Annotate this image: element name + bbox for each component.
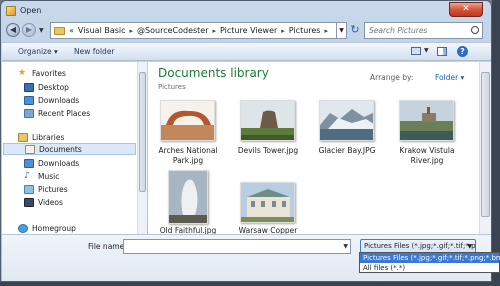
nav-item-desktop[interactable]: Desktop (24, 81, 69, 93)
command-bar: Organize ▾ New folder ▼ ? (2, 42, 491, 61)
file-name-label: File name: (88, 242, 127, 251)
nav-item-music[interactable]: ♪ Music (24, 170, 59, 182)
file-name-input[interactable]: ▼ (123, 239, 351, 254)
nav-item-downloads[interactable]: Downloads (24, 94, 79, 106)
desktop-background (492, 0, 500, 286)
recent-places-icon (24, 108, 34, 118)
help-icon[interactable]: ? (457, 46, 468, 57)
nav-item-label: Documents (39, 144, 82, 154)
nav-item-documents[interactable]: Documents (3, 143, 136, 155)
nav-item-label: Homegroup (32, 223, 76, 233)
documents-icon (25, 144, 35, 154)
nav-item-label: Favorites (32, 68, 66, 78)
arrange-by-dropdown[interactable]: Folder ▾ (435, 73, 464, 82)
scrollbar-thumb[interactable] (139, 72, 146, 192)
recent-pages-dropdown-icon[interactable]: ▼ (39, 27, 44, 34)
desktop-background-bottom (0, 282, 500, 286)
search-box[interactable] (364, 22, 483, 39)
new-folder-button[interactable]: New folder (74, 47, 115, 56)
nav-item-label: Videos (38, 197, 63, 207)
arches-photo-thumbnail (160, 100, 215, 141)
pictures-icon (24, 184, 34, 194)
homegroup-icon (18, 223, 28, 233)
nav-item-libraries[interactable]: Libraries (18, 131, 64, 143)
change-view-icon[interactable] (411, 47, 421, 55)
library-subtitle: Pictures (158, 83, 186, 91)
file-name: Warsaw Copper (238, 226, 298, 234)
search-icon[interactable] (471, 26, 479, 34)
title-bar[interactable]: Open ✕ (1, 1, 491, 21)
preview-pane-icon[interactable] (437, 47, 447, 56)
krakow-vistula-photo-thumbnail (399, 100, 454, 141)
file-list-scrollbar[interactable] (479, 62, 491, 234)
videos-icon (24, 197, 34, 207)
breadcrumb-separator-icon[interactable]: ▸ (281, 27, 285, 35)
close-button[interactable]: ✕ (449, 2, 483, 17)
file-type-option[interactable]: Pictures Files (*.jpg;*.gif;*.tif;*.png;… (360, 253, 500, 263)
nav-item-pictures[interactable]: Pictures (24, 183, 68, 195)
nav-item-recent-places[interactable]: Recent Places (24, 107, 90, 119)
downloads-icon (24, 158, 34, 168)
nav-item-videos[interactable]: Videos (24, 196, 63, 208)
file-type-dropdown-list: Pictures Files (*.jpg;*.gif;*.tif;*.png;… (359, 252, 500, 273)
nav-item-label: Downloads (38, 95, 80, 105)
glacier-bay-photo-thumbnail (319, 100, 374, 141)
file-name: Old Faithful.jpg (159, 226, 217, 234)
folder-icon (54, 26, 65, 35)
desktop-icon (24, 82, 34, 92)
breadcrumb-item[interactable]: Picture Viewer (220, 26, 277, 35)
navigation-scrollbar[interactable] (137, 62, 147, 234)
star-icon: ★ (18, 67, 27, 78)
library-title: Documents library (158, 66, 269, 80)
search-input[interactable] (369, 26, 469, 35)
file-name: Glacier Bay.JPG (318, 146, 376, 155)
refresh-icon[interactable]: ↻ (348, 22, 362, 39)
devils-tower-photo-thumbnail (240, 100, 295, 141)
breadcrumb-item[interactable]: Pictures (289, 26, 321, 35)
breadcrumb-item[interactable]: @SourceCodester (137, 26, 208, 35)
nav-item-label: Recent Places (38, 108, 91, 118)
nav-item-label: Downloads (38, 158, 80, 168)
breadcrumb-separator-icon[interactable]: ▸ (213, 27, 217, 35)
view-options-dropdown-icon[interactable]: ▼ (424, 47, 429, 54)
warsaw-copper-photo-thumbnail (240, 182, 295, 223)
downloads-icon (24, 95, 34, 105)
nav-item-label: Pictures (38, 184, 68, 194)
file-type-selected: Pictures Files (*.jpg;*.gif;*.tif;*.p (364, 242, 476, 250)
organize-button[interactable]: Organize ▾ (18, 47, 58, 56)
nav-item-label: Desktop (38, 82, 69, 92)
breadcrumb-overflow[interactable]: « (69, 26, 74, 35)
open-dialog: Open ✕ ◀ ▶ ▼ « Visual Basic ▸ @SourceCod… (0, 0, 492, 282)
file-type-option[interactable]: All files (*.*) (360, 263, 499, 273)
nav-item-label: Libraries (32, 132, 65, 142)
scrollbar-thumb[interactable] (481, 72, 490, 217)
file-name: Krakow Vistula River.jpg (399, 146, 455, 165)
old-faithful-photo-thumbnail (168, 170, 208, 224)
nav-item-favorites[interactable]: ★ Favorites (18, 67, 66, 79)
libraries-icon (18, 132, 28, 142)
breadcrumb-separator-icon[interactable]: ▸ (324, 27, 328, 35)
nav-item-library-downloads[interactable]: Downloads (24, 157, 79, 169)
file-list-pane: Documents library Pictures Arrange by: F… (148, 62, 479, 234)
address-bar[interactable]: « Visual Basic ▸ @SourceCodester ▸ Pictu… (50, 22, 337, 39)
back-arrow-icon[interactable]: ◀ (6, 23, 20, 37)
arrange-by-label: Arrange by: (370, 73, 414, 82)
nav-item-label: Music (38, 171, 60, 181)
nav-item-homegroup[interactable]: Homegroup (18, 222, 76, 234)
forward-arrow-icon[interactable]: ▶ (22, 23, 36, 37)
address-dropdown-icon[interactable]: ▼ (337, 22, 347, 39)
breadcrumb-separator-icon[interactable]: ▸ (130, 27, 134, 35)
folder-icon (6, 6, 16, 16)
file-name: Arches National Park.jpg (158, 146, 218, 165)
breadcrumb-item[interactable]: Visual Basic (78, 26, 126, 35)
navigation-pane: ★ Favorites Desktop Downloads Recent Pla… (2, 62, 137, 234)
file-name: Devils Tower.jpg (237, 146, 299, 155)
file-name-dropdown-icon[interactable]: ▼ (343, 243, 348, 250)
window-title: Open (20, 6, 42, 15)
music-note-icon: ♪ (24, 170, 30, 181)
